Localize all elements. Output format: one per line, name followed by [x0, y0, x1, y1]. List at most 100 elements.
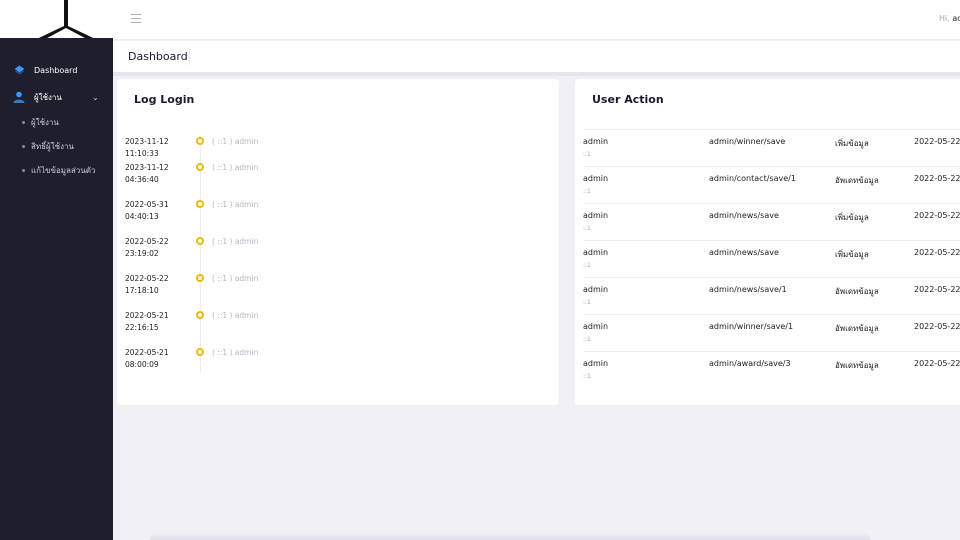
divider: [113, 72, 960, 76]
cell-user: admin: [583, 359, 609, 368]
timeline-time: 2022-05-22 17:18:10: [125, 274, 169, 295]
sidebar: Dashboard ผู้ใช้งาน ⌄ ผู้ใช้งาน สิทธิ์ผู…: [0, 0, 113, 540]
layers-icon: [12, 63, 26, 77]
cell-date: 2022-05-22: [914, 322, 960, 331]
bullet-icon: [22, 144, 25, 148]
cell-path: admin/news/save: [709, 211, 779, 220]
timeline-item: 2022-05-21 08:00:09 ( ::1 ) admin: [117, 347, 557, 377]
cell-user: admin: [583, 285, 609, 294]
cell-date: 2022-05-22: [914, 211, 960, 220]
cell-action: เพิ่มข้อมูล: [835, 213, 869, 222]
timeline-time: 2022-05-21 08:00:09: [125, 348, 169, 369]
cell-path: admin/contact/save/1: [709, 174, 796, 183]
cell-user: admin: [583, 137, 609, 146]
sidebar-item-label: Dashboard: [34, 65, 78, 75]
user-name: ad: [952, 14, 960, 23]
cell-date: 2022-05-22: [914, 174, 960, 183]
cell-ip: ::1: [583, 299, 591, 306]
cell-user: admin: [583, 174, 609, 183]
cell-date: 2022-05-22: [914, 137, 960, 146]
cell-action: อัพเดทข้อมูล: [835, 361, 879, 370]
cell-action: อัพเดทข้อมูล: [835, 287, 879, 296]
sidebar-subitem-users[interactable]: ผู้ใช้งาน: [0, 113, 113, 131]
table-row: admin ::1 admin/news/save/1 อัพเดทข้อมูล…: [583, 277, 960, 314]
timeline-text: ( ::1 ) admin: [212, 163, 259, 172]
cell-user: admin: [583, 322, 609, 331]
cell-path: admin/news/save/1: [709, 285, 787, 294]
logo-icon: [38, 0, 94, 38]
cell-date: 2022-05-22: [914, 248, 960, 257]
sidebar-subitem-label: แก้ไขข้อมูลส่วนตัว: [31, 165, 96, 175]
chevron-down-icon: ⌄: [92, 92, 99, 102]
timeline-item: 2022-05-21 22:16:15 ( ::1 ) admin: [117, 310, 557, 340]
sidebar-item-dashboard[interactable]: Dashboard: [0, 59, 113, 81]
user-greeting[interactable]: Hi, ad: [939, 14, 960, 23]
user-action-card: User Action admin ::1 admin/winner/save …: [575, 79, 960, 405]
table-row: admin ::1 admin/news/save เพิ่มข้อมูล 20…: [583, 240, 960, 277]
page-title: Dashboard: [128, 50, 188, 63]
table-row: admin ::1 admin/winner/save เพิ่มข้อมูล …: [583, 129, 960, 166]
cell-ip: ::1: [583, 373, 591, 380]
cell-action: อัพเดทข้อมูล: [835, 176, 879, 185]
cell-user: admin: [583, 248, 609, 257]
footer-shadow: [150, 533, 870, 540]
timeline-dot-icon: [196, 200, 204, 208]
timeline-item: 2022-05-22 17:18:10 ( ::1 ) admin: [117, 273, 557, 303]
logo[interactable]: [0, 0, 113, 38]
timeline-item: 2022-05-22 23:19:02 ( ::1 ) admin: [117, 236, 557, 266]
cell-action: อัพเดทข้อมูล: [835, 324, 879, 333]
menu-icon[interactable]: [131, 14, 141, 23]
log-login-card: Log Login 2023-11-12 11:10:33 ( ::1 ) ad…: [117, 79, 559, 405]
sidebar-subitem-label: ผู้ใช้งาน: [31, 117, 59, 127]
cell-ip: ::1: [583, 262, 591, 269]
timeline-text: ( ::1 ) admin: [212, 137, 259, 146]
timeline-time: 2022-05-21 22:16:15: [125, 311, 169, 332]
bullet-icon: [22, 168, 25, 172]
bullet-icon: [22, 120, 25, 124]
timeline-item: 2022-05-31 04:40:13 ( ::1 ) admin: [117, 199, 557, 229]
table-row: admin ::1 admin/award/save/3 อัพเดทข้อมู…: [583, 351, 960, 388]
sidebar-subitem-permissions[interactable]: สิทธิ์ผู้ใช้งาน: [0, 137, 113, 155]
cell-ip: ::1: [583, 188, 591, 195]
timeline-dot-icon: [196, 311, 204, 319]
cell-ip: ::1: [583, 336, 591, 343]
cell-date: 2022-05-22: [914, 285, 960, 294]
cell-path: admin/award/save/3: [709, 359, 791, 368]
greeting-prefix: Hi,: [939, 14, 950, 23]
sidebar-item-label: ผู้ใช้งาน: [34, 92, 62, 102]
timeline-time: 2023-11-12 04:36:40: [125, 163, 169, 184]
timeline-text: ( ::1 ) admin: [212, 311, 259, 320]
timeline-dot-icon: [196, 137, 204, 145]
cell-date: 2022-05-22: [914, 359, 960, 368]
sidebar-item-users[interactable]: ผู้ใช้งาน ⌄: [0, 86, 113, 108]
cell-path: admin/winner/save: [709, 137, 786, 146]
timeline-item: 2023-11-12 04:36:40 ( ::1 ) admin: [117, 162, 557, 192]
cell-ip: ::1: [583, 225, 591, 232]
card-title: Log Login: [134, 93, 195, 106]
cell-user: admin: [583, 211, 609, 220]
cell-action: เพิ่มข้อมูล: [835, 139, 869, 148]
timeline-time: 2022-05-22 23:19:02: [125, 237, 169, 258]
timeline-dot-icon: [196, 274, 204, 282]
table-row: admin ::1 admin/news/save เพิ่มข้อมูล 20…: [583, 203, 960, 240]
timeline-text: ( ::1 ) admin: [212, 200, 259, 209]
divider: [189, 49, 190, 65]
cell-path: admin/news/save: [709, 248, 779, 257]
table-row: admin ::1 admin/contact/save/1 อัพเดทข้อ…: [583, 166, 960, 203]
user-icon: [12, 90, 26, 104]
sidebar-subitem-label: สิทธิ์ผู้ใช้งาน: [31, 141, 74, 151]
breadcrumb: Dashboard: [113, 41, 960, 72]
topbar: Hi, ad: [113, 0, 960, 40]
cell-action: เพิ่มข้อมูล: [835, 250, 869, 259]
timeline-text: ( ::1 ) admin: [212, 274, 259, 283]
cell-path: admin/winner/save/1: [709, 322, 794, 331]
table-row: admin ::1 admin/winner/save/1 อัพเดทข้อม…: [583, 314, 960, 351]
timeline-time: 2023-11-12 11:10:33: [125, 137, 169, 158]
timeline-text: ( ::1 ) admin: [212, 348, 259, 357]
timeline-dot-icon: [196, 237, 204, 245]
sidebar-subitem-profile[interactable]: แก้ไขข้อมูลส่วนตัว: [0, 161, 113, 179]
timeline-dot-icon: [196, 348, 204, 356]
card-title: User Action: [592, 93, 664, 106]
timeline-text: ( ::1 ) admin: [212, 237, 259, 246]
cell-ip: ::1: [583, 151, 591, 158]
